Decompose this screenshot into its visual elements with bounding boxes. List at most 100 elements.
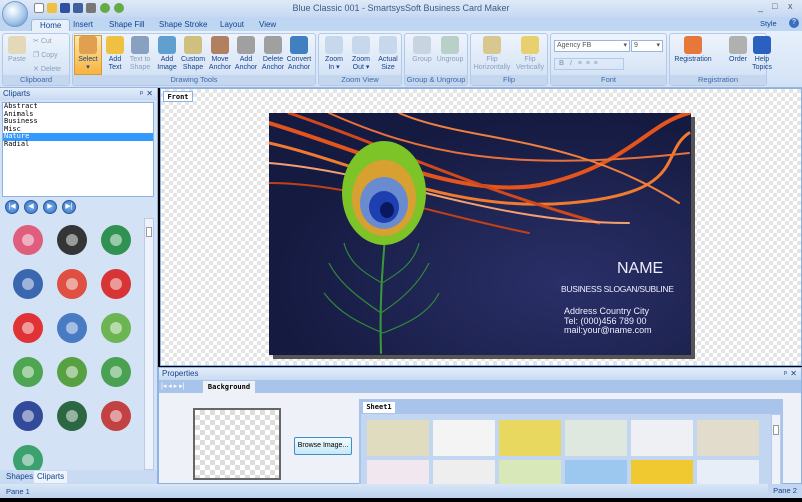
first-page-button[interactable]: |◀ (5, 200, 19, 214)
registration-button[interactable]: Registration (671, 36, 715, 64)
flip-vertically-button[interactable]: Flip Vertically (511, 36, 549, 72)
actual-size-button[interactable]: Actual Size (375, 36, 401, 72)
custom-shape-button[interactable]: Custom Shape (179, 36, 207, 72)
clipart-scrollbar[interactable] (144, 218, 154, 470)
background-thumbnail[interactable] (367, 460, 429, 485)
clipart-item[interactable] (54, 398, 90, 434)
clipart-item[interactable] (54, 222, 90, 258)
clipart-item[interactable] (54, 266, 90, 302)
clipart-item[interactable] (98, 354, 134, 390)
business-card[interactable]: NAME BUSINESS SLOGAN/SUBLINE Address Cou… (269, 113, 691, 355)
ungroup-button[interactable]: Ungroup (435, 36, 465, 64)
clipart-item[interactable] (10, 354, 46, 390)
background-thumbnail[interactable] (499, 460, 561, 485)
app-menu-button[interactable] (2, 1, 28, 27)
font-family-select[interactable]: Agency FB ▾ (554, 40, 630, 52)
tab-sheet1[interactable]: Sheet1 (363, 402, 395, 413)
delete-button[interactable]: ✕ Delete (33, 66, 61, 74)
clipart-item[interactable] (10, 266, 46, 302)
delete-anchor-button[interactable]: Delete Anchor (259, 36, 287, 72)
font-size-select[interactable]: 9 ▾ (631, 40, 663, 52)
background-thumbnail[interactable] (565, 420, 627, 456)
align-left-icon[interactable]: ≡ (578, 60, 582, 67)
add-text-button[interactable]: Add Text (101, 36, 129, 72)
tab-shapes[interactable]: Shapes (3, 471, 36, 483)
tab-layout[interactable]: Layout (212, 19, 252, 31)
card-slogan[interactable]: BUSINESS SLOGAN/SUBLINE (561, 284, 674, 294)
print-icon[interactable] (86, 3, 96, 13)
tab-background[interactable]: Background (203, 381, 255, 393)
paste-button[interactable]: Paste (6, 36, 28, 64)
category-item[interactable]: Business (3, 117, 153, 126)
redo-icon[interactable] (114, 3, 124, 13)
background-thumbnail[interactable] (697, 420, 759, 456)
clipart-item[interactable] (10, 442, 46, 470)
clipart-item[interactable] (10, 310, 46, 346)
add-anchor-button[interactable]: Add Anchor (232, 36, 260, 72)
tab-scroll-buttons[interactable]: |◂ ◂ ▸ ▸| (161, 382, 185, 390)
add-image-button[interactable]: Add Image (153, 36, 181, 72)
zoom-in-button[interactable]: Zoom In ▾ (321, 36, 347, 72)
category-item[interactable]: Radial (3, 140, 153, 149)
card-address[interactable]: Address Country City (564, 306, 649, 316)
open-icon[interactable] (47, 3, 57, 13)
maximize-button[interactable]: □ (772, 1, 777, 11)
background-thumbnail[interactable] (631, 420, 693, 456)
background-thumbnail[interactable] (697, 460, 759, 485)
flip-horizontally-button[interactable]: Flip Horizontally (473, 36, 511, 72)
next-page-button[interactable]: ▶ (43, 200, 57, 214)
cut-button[interactable]: ✂ Cut (33, 38, 52, 46)
tab-view[interactable]: View (251, 19, 284, 31)
clipart-item[interactable] (98, 222, 134, 258)
gallery-scrollbar[interactable] (771, 414, 781, 485)
card-mail[interactable]: mail:your@name.com (564, 325, 652, 335)
background-thumbnail[interactable] (565, 460, 627, 485)
minimize-button[interactable]: _ (758, 2, 763, 12)
move-anchor-button[interactable]: Move Anchor (206, 36, 234, 72)
select-button[interactable]: Select ▾ (74, 35, 102, 75)
tab-shape-stroke[interactable]: Shape Stroke (151, 19, 215, 31)
background-thumbnail[interactable] (499, 420, 561, 456)
clipart-item[interactable] (10, 222, 46, 258)
tab-shape-fill[interactable]: Shape Fill (101, 19, 153, 31)
convert-anchor-button[interactable]: Convert Anchor (285, 36, 313, 72)
clipart-item[interactable] (54, 310, 90, 346)
tab-front[interactable]: Front (163, 91, 193, 102)
copy-button[interactable]: ❐ Copy (33, 52, 58, 60)
clipart-item[interactable] (98, 398, 134, 434)
new-icon[interactable] (34, 3, 44, 13)
background-thumbnail[interactable] (433, 420, 495, 456)
close-panel-icon[interactable]: ✕ (790, 368, 797, 380)
last-page-button[interactable]: ▶| (62, 200, 76, 214)
pin-icon[interactable]: ᵖ (140, 88, 143, 100)
background-thumbnail[interactable] (433, 460, 495, 485)
background-thumbnail[interactable] (631, 460, 693, 485)
prev-page-button[interactable]: ◀ (24, 200, 38, 214)
card-name[interactable]: NAME (617, 260, 663, 278)
save-icon[interactable] (60, 3, 70, 13)
tab-cliparts[interactable]: Cliparts (34, 471, 68, 483)
pin-icon[interactable]: ᵖ (784, 368, 787, 380)
help-topics-button[interactable]: Help Topics (740, 36, 784, 72)
undo-icon[interactable] (100, 3, 110, 13)
style-menu[interactable]: Style (760, 19, 777, 28)
preview-icon[interactable] (73, 3, 83, 13)
background-thumbnail[interactable] (367, 420, 429, 456)
close-panel-icon[interactable]: ✕ (146, 88, 153, 100)
align-right-icon[interactable]: ≡ (594, 60, 598, 67)
clipart-category-list[interactable]: Abstract Animals Business Misc Nature Radial (2, 102, 154, 197)
bold-button[interactable]: B (559, 60, 564, 67)
italic-button[interactable]: I (570, 60, 572, 67)
clipart-item[interactable] (98, 310, 134, 346)
tab-insert[interactable]: Insert (65, 19, 101, 31)
design-canvas[interactable]: Front NAME BUSINESS SLOGAN/SUBLINE Addre… (160, 88, 802, 366)
clipart-item[interactable] (54, 354, 90, 390)
zoom-out-button[interactable]: Zoom Out ▾ (348, 36, 374, 72)
help-icon[interactable]: ? (789, 18, 799, 28)
group-button[interactable]: Group (407, 36, 437, 64)
browse-image-button[interactable]: Browse Image... (294, 437, 352, 455)
text-to-shape-button[interactable]: Text to Shape (126, 36, 154, 72)
close-button[interactable]: x (788, 1, 793, 11)
clipart-item[interactable] (10, 398, 46, 434)
align-center-icon[interactable]: ≡ (586, 60, 590, 67)
